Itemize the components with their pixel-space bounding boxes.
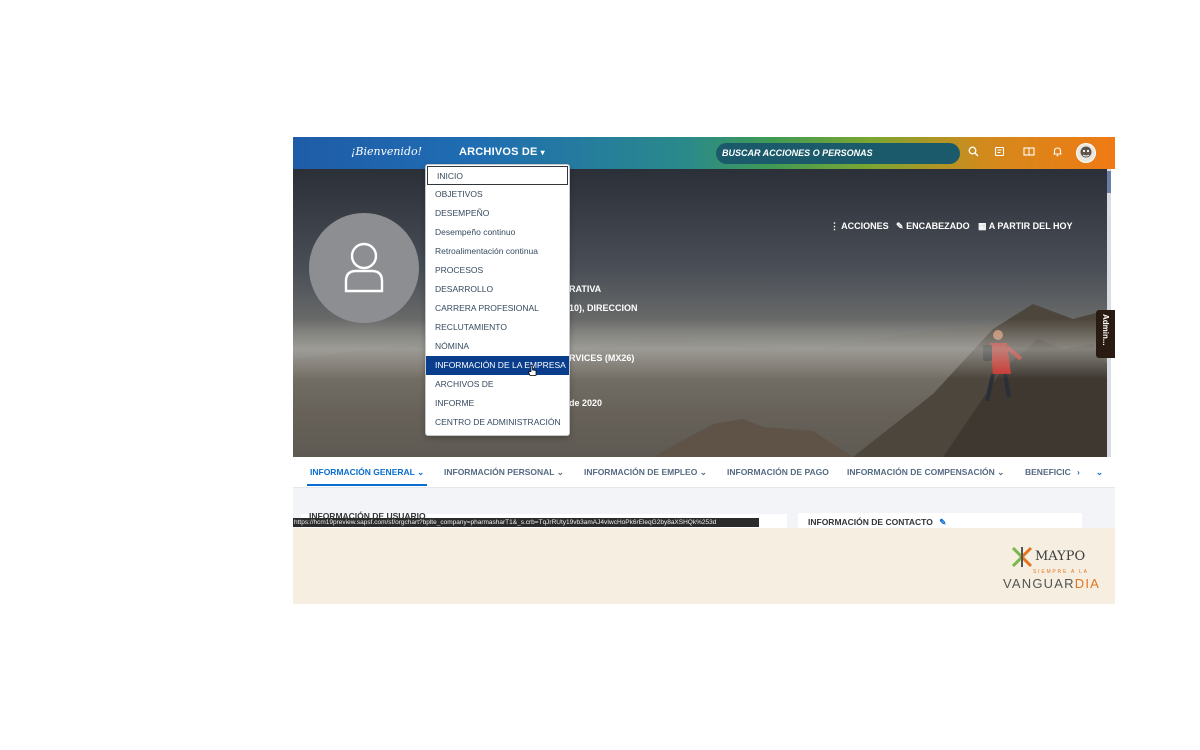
sap-successfactors-window: ¡Bienvenido! ARCHIVOS DE ▾ BUSCAR ACCIONE…: [293, 137, 1115, 604]
hand-cursor-icon: [528, 363, 537, 376]
top-navigation-bar: ¡Bienvenido! ARCHIVOS DE ▾ BUSCAR ACCIONE…: [293, 137, 1115, 169]
menu-item-objetivos[interactable]: OBJETIVOS: [426, 185, 569, 204]
search-placeholder: BUSCAR ACCIONES O PERSONAS: [722, 148, 873, 158]
status-bar-url: https://hcm19preview.sapsf.com/sf/orgcha…: [293, 518, 759, 527]
search-input[interactable]: BUSCAR ACCIONES O PERSONAS: [716, 143, 960, 164]
fog-layer: [293, 319, 1111, 379]
branding-footer: MAYPO SIEMPRE A LA VANGUARDIA: [293, 528, 1115, 604]
kebab-icon: ⋮: [830, 221, 839, 231]
maypo-brand: MAYPO: [1035, 549, 1086, 564]
tab-informacion-pago[interactable]: INFORMACIÓN DE PAGO: [727, 467, 829, 477]
profile-header: ⋮ ACCIONES ✎ ENCABEZADO ▦ A PARTIR DEL H…: [293, 169, 1111, 457]
welcome-logo[interactable]: ¡Bienvenido!: [351, 145, 422, 158]
tab-informacion-compensacion[interactable]: INFORMACIÓN DE COMPENSACIÓN ⌄: [847, 467, 1004, 478]
calendar-icon: ▦: [978, 221, 987, 231]
module-menu-label: ARCHIVOS DE: [459, 146, 538, 158]
maypo-star-icon: [1011, 546, 1033, 568]
as-of-today-label: A PARTIR DEL HOY: [988, 221, 1073, 231]
menu-item-reclutamiento[interactable]: RECLUTAMIENTO: [426, 318, 569, 337]
tab-label: INFORMACIÓN PERSONAL: [444, 467, 555, 477]
menu-item-desarrollo[interactable]: DESARROLLO: [426, 280, 569, 299]
header-edit-button[interactable]: ✎ ENCABEZADO: [896, 221, 970, 232]
maypo-tagline: SIEMPRE A LA: [1033, 569, 1089, 575]
scrollbar-thumb[interactable]: [1107, 171, 1111, 193]
menu-item-archivos-de[interactable]: ARCHIVOS DE: [426, 375, 569, 394]
menu-item-centro-admin[interactable]: CENTRO DE ADMINISTRACIÓN: [426, 413, 569, 432]
header-label: ENCABEZADO: [906, 221, 970, 231]
contact-info-card: INFORMACIÓN DE CONTACTO ✎: [798, 513, 1082, 528]
tab-label: INFORMACIÓN DE COMPENSACIÓN: [847, 467, 995, 477]
menu-item-info-empresa[interactable]: INFORMACIÓN DE LA EMPRESA: [426, 356, 569, 375]
menu-item-nomina[interactable]: NÓMINA: [426, 337, 569, 356]
tab-label: INFORMACIÓN DE EMPLEO: [584, 467, 698, 477]
layout-icon[interactable]: [1023, 146, 1035, 161]
chevron-down-icon: ⌄: [997, 467, 1005, 477]
actions-button[interactable]: ⋮ ACCIONES: [830, 221, 889, 232]
contact-title-text: INFORMACIÓN DE CONTACTO: [808, 517, 933, 527]
user-avatar[interactable]: [1076, 143, 1096, 163]
admin-side-tab[interactable]: Admin...: [1096, 310, 1115, 358]
actions-label: ACCIONES: [841, 221, 889, 231]
tab-informacion-empleo[interactable]: INFORMACIÓN DE EMPLEO ⌄: [584, 467, 707, 478]
search-icon[interactable]: [968, 146, 979, 161]
slogan-part-2: DIA: [1074, 576, 1101, 591]
job-title-text: RATIVA: [569, 284, 602, 294]
company-text: RVICES (MX26): [569, 353, 635, 363]
slogan-part-1: VANGUAR: [1003, 576, 1075, 591]
contact-info-title: INFORMACIÓN DE CONTACTO ✎: [808, 517, 946, 528]
tabs-overflow-chevron-icon[interactable]: ⌄: [1096, 467, 1103, 478]
menu-item-informe[interactable]: INFORME: [426, 394, 569, 413]
bell-icon[interactable]: [1052, 146, 1063, 161]
pencil-icon[interactable]: ✎: [939, 517, 946, 527]
chevron-down-icon: ▾: [540, 148, 545, 157]
menu-item-desempeno-continuo[interactable]: Desempeño continuo: [426, 223, 569, 242]
menu-item-inicio[interactable]: INICIO: [427, 166, 568, 185]
menu-item-procesos[interactable]: PROCESOS: [426, 261, 569, 280]
as-of-today-button[interactable]: ▦ A PARTIR DEL HOY: [978, 221, 1073, 232]
menu-item-desempeno[interactable]: DESEMPEÑO: [426, 204, 569, 223]
active-tab-indicator: [307, 484, 427, 486]
pencil-icon: ✎: [896, 221, 904, 231]
tab-informacion-general[interactable]: INFORMACIÓN GENERAL ⌄: [310, 467, 424, 478]
tab-informacion-personal[interactable]: INFORMACIÓN PERSONAL ⌄: [444, 467, 564, 478]
chevron-down-icon: ⌄: [699, 467, 707, 477]
module-menu-button[interactable]: ARCHIVOS DE ▾: [459, 146, 545, 158]
hire-date-text: de 2020: [569, 398, 603, 408]
tab-beneficios[interactable]: BENEFICIC: [1025, 467, 1071, 477]
chevron-down-icon: ⌄: [417, 467, 425, 477]
menu-item-retroalimentacion[interactable]: Retroalimentación continua: [426, 242, 569, 261]
admin-side-tab-label: Admin...: [1101, 314, 1110, 346]
profile-photo-placeholder[interactable]: [309, 213, 419, 323]
section-tabs: INFORMACIÓN GENERAL ⌄ INFORMACIÓN PERSON…: [293, 457, 1115, 488]
tabs-scroll-right-icon[interactable]: ›: [1077, 467, 1080, 477]
chevron-down-icon: ⌄: [556, 467, 564, 477]
menu-item-carrera[interactable]: CARRERA PROFESIONAL: [426, 299, 569, 318]
module-dropdown-menu: INICIO OBJETIVOS DESEMPEÑO Desempeño con…: [425, 164, 570, 436]
tab-label: INFORMACIÓN GENERAL: [310, 467, 415, 477]
department-text: 10), DIRECCION: [569, 303, 638, 313]
notes-icon[interactable]: [994, 146, 1005, 161]
maypo-slogan: VANGUARDIA: [1003, 576, 1100, 591]
